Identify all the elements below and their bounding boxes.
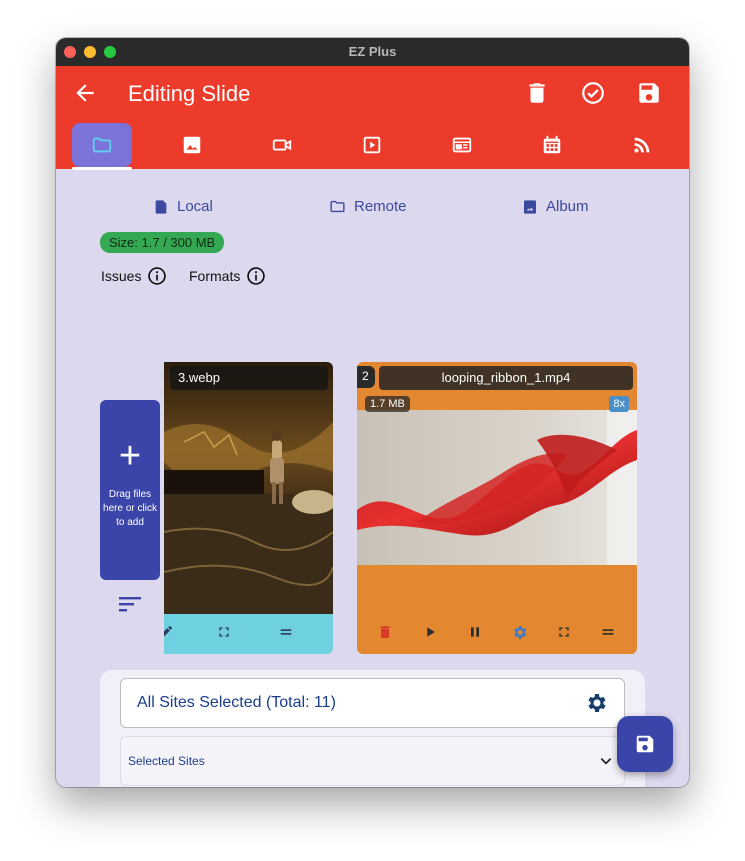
tab-bar — [56, 121, 689, 170]
tab-web[interactable] — [432, 123, 492, 167]
local-source-button[interactable]: Local — [153, 198, 213, 215]
media-index: 2 — [357, 366, 375, 388]
selected-sites-dropdown[interactable]: Selected Sites — [120, 736, 625, 786]
title-bar: EZ Plus — [56, 38, 689, 66]
album-source-label: Album — [546, 198, 589, 215]
sort-icon[interactable] — [118, 594, 142, 614]
remote-source-button[interactable]: Remote — [329, 198, 407, 215]
add-plus-icon: + — [118, 435, 142, 477]
add-files-text: Drag files here or click to add — [103, 489, 157, 528]
file-size-badge: 1.7 MB — [365, 396, 410, 412]
playback-speed-badge[interactable]: 8x — [609, 396, 629, 412]
media-card-video[interactable]: 2 looping_ribbon_1.mp4 1.7 MB 8x — [357, 362, 637, 654]
remote-source-label: Remote — [354, 198, 407, 215]
album-source-button[interactable]: Album — [522, 198, 589, 215]
slideshow-icon — [363, 136, 381, 154]
ribbon-video-frame — [357, 410, 637, 565]
save-icon[interactable] — [636, 80, 662, 106]
page-title: Editing Slide — [128, 81, 251, 106]
tab-image[interactable] — [162, 123, 222, 167]
tab-slideshow[interactable] — [342, 123, 402, 167]
add-files-dropzone[interactable]: + Drag files here or click to add — [100, 400, 160, 580]
delete-icon[interactable] — [524, 80, 550, 106]
sites-panel: All Sites Selected (Total: 11) Selected … — [100, 670, 645, 787]
drag-handle-icon[interactable] — [600, 624, 616, 640]
settings-gear-icon[interactable] — [511, 624, 528, 641]
sites-selector[interactable]: All Sites Selected (Total: 11) — [120, 678, 625, 728]
save-fab-button[interactable] — [617, 716, 673, 772]
media-thumbnail — [164, 362, 333, 614]
media-card-image[interactable]: 3.webp — [164, 362, 333, 654]
delete-icon[interactable] — [377, 624, 393, 640]
drag-handle-icon[interactable] — [278, 624, 294, 640]
media-filename: 3.webp — [170, 366, 328, 390]
info-icon[interactable] — [246, 266, 266, 286]
app-window: EZ Plus Editing Slide Local Remote Album… — [56, 38, 689, 787]
fullscreen-icon[interactable] — [216, 624, 232, 640]
media-filename: looping_ribbon_1.mp4 — [379, 366, 633, 390]
local-source-label: Local — [177, 198, 213, 215]
back-arrow-icon[interactable] — [72, 80, 98, 106]
app-bar: Editing Slide — [56, 66, 689, 121]
videocam-icon — [272, 139, 292, 151]
calendar-icon — [543, 135, 561, 154]
settings-gear-icon[interactable] — [584, 691, 608, 715]
check-circle-icon[interactable] — [580, 80, 606, 106]
issues-label: Issues — [101, 268, 142, 284]
chevron-down-icon — [600, 758, 612, 765]
info-icon[interactable] — [147, 266, 167, 286]
fullscreen-icon[interactable] — [556, 624, 572, 640]
issues-info[interactable]: Issues — [101, 266, 167, 286]
edit-icon[interactable] — [164, 624, 174, 640]
selected-sites-label: Selected Sites — [128, 754, 205, 768]
size-badge: Size: 1.7 / 300 MB — [100, 232, 225, 253]
tab-rss[interactable] — [612, 123, 672, 167]
formats-info[interactable]: Formats — [189, 266, 266, 286]
folder-outline-icon — [330, 200, 345, 213]
web-icon — [452, 137, 472, 153]
media-thumbnail — [357, 410, 637, 565]
save-icon — [636, 735, 654, 753]
interior-scene-image — [164, 362, 333, 614]
file-icon — [155, 199, 167, 214]
tab-video[interactable] — [252, 123, 312, 167]
rss-icon — [634, 137, 650, 153]
window-title: EZ Plus — [348, 44, 397, 59]
image-icon — [183, 136, 201, 154]
play-icon[interactable] — [422, 624, 438, 640]
album-icon — [524, 199, 536, 214]
formats-label: Formats — [189, 268, 241, 284]
tab-calendar[interactable] — [522, 123, 582, 167]
sites-selected-text: All Sites Selected (Total: 11) — [137, 694, 336, 711]
pause-icon[interactable] — [467, 624, 483, 640]
folder-icon — [92, 137, 112, 153]
tab-folder[interactable] — [72, 123, 132, 170]
